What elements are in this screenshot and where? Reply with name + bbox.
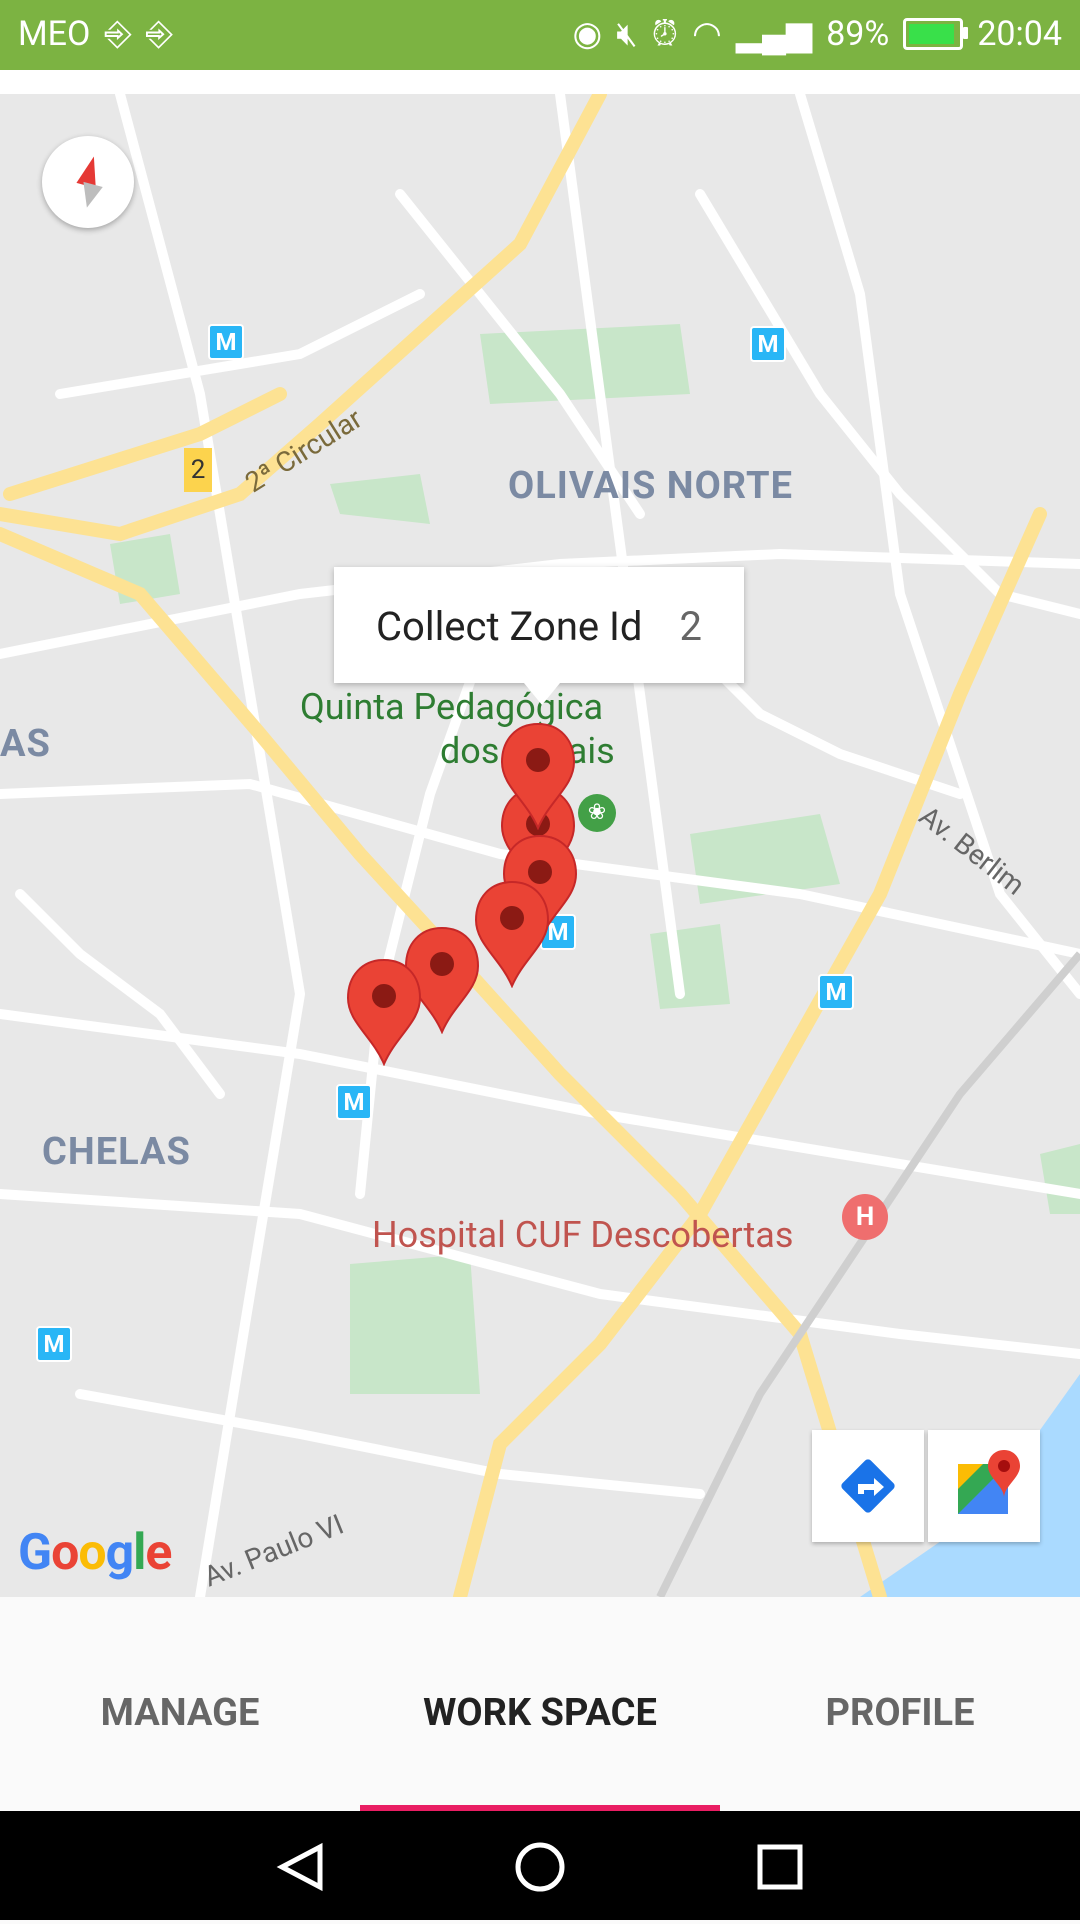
- info-window-value: 2: [679, 603, 702, 650]
- tab-profile[interactable]: PROFILE: [720, 1691, 1080, 1735]
- battery-icon: [903, 18, 969, 50]
- metro-icon[interactable]: M: [750, 326, 786, 362]
- area-label-chelas: CHELAS: [42, 1130, 191, 1174]
- compass-button[interactable]: [42, 136, 134, 228]
- status-bar: MEO ⎆ ⎆ ◉ 🔇︎ ⏰︎ ◠ ▂▄▆ 89% 20:04: [0, 0, 1080, 70]
- hospital-label: Hospital CUF Descobertas: [372, 1214, 794, 1256]
- metro-icon[interactable]: M: [336, 1084, 372, 1120]
- open-in-maps-button[interactable]: [928, 1430, 1040, 1542]
- google-maps-icon: [958, 1450, 1020, 1514]
- wifi-icon: ◠: [692, 14, 722, 54]
- tab-manage[interactable]: MANAGE: [0, 1691, 360, 1735]
- directions-icon: [841, 1459, 895, 1513]
- info-window-title: Collect Zone Id: [376, 603, 643, 650]
- map-pin-icon[interactable]: [344, 956, 424, 1066]
- directions-button[interactable]: [812, 1430, 924, 1542]
- back-icon[interactable]: [276, 1842, 323, 1892]
- bottom-tab-bar: MANAGE WORK SPACE PROFILE: [0, 1597, 1080, 1811]
- map-pin-icon[interactable]: [498, 720, 578, 830]
- metro-icon[interactable]: M: [36, 1326, 72, 1362]
- google-logo: Google: [18, 1524, 172, 1582]
- map-view[interactable]: OLIVAIS NORTE CHELAS AS Quinta Pedagógic…: [0, 94, 1080, 1597]
- signal-icon: ▂▄▆: [735, 14, 813, 54]
- location-icon: ◉: [572, 14, 603, 54]
- marker-info-window[interactable]: Collect Zone Id 2: [334, 567, 744, 705]
- system-navigation-bar: [0, 1811, 1080, 1920]
- carrier-label: MEO: [18, 14, 91, 54]
- park-paw-icon: ❀: [578, 794, 616, 832]
- metro-icon[interactable]: M: [208, 324, 244, 360]
- tab-work-space[interactable]: WORK SPACE: [360, 1691, 720, 1735]
- home-icon[interactable]: [515, 1842, 565, 1892]
- mute-icon: 🔇︎: [616, 14, 638, 54]
- route-badge: 2: [184, 448, 212, 492]
- clock: 20:04: [977, 14, 1062, 54]
- toolbar-strip: [0, 70, 1080, 94]
- usb-icon-2: ⎆: [145, 14, 173, 54]
- hospital-icon: H: [842, 1194, 888, 1240]
- area-label-olivais-norte: OLIVAIS NORTE: [508, 464, 793, 508]
- alarm-icon: ⏰︎: [651, 14, 679, 54]
- battery-percent: 89%: [826, 14, 890, 54]
- usb-icon: ⎆: [104, 14, 132, 54]
- map-pin-icon[interactable]: [472, 878, 552, 988]
- metro-icon[interactable]: M: [818, 974, 854, 1010]
- area-label-partial: AS: [0, 722, 51, 766]
- recents-icon[interactable]: [757, 1844, 803, 1890]
